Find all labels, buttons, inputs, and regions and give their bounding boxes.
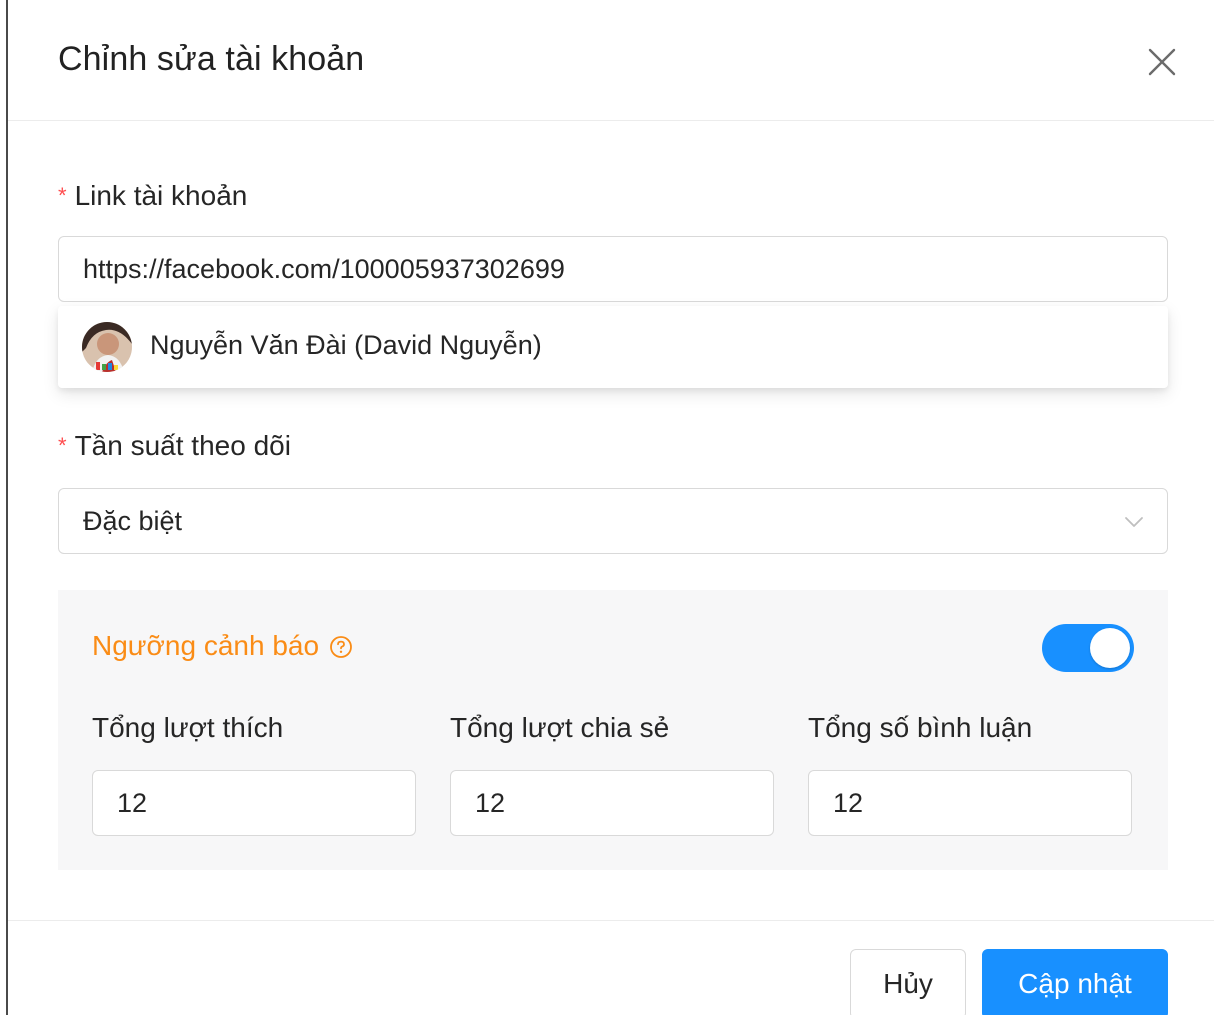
total-likes-value: 12 xyxy=(117,787,148,818)
close-button[interactable] xyxy=(1144,44,1180,80)
question-circle-icon[interactable] xyxy=(329,635,353,659)
frequency-label-text: Tần suất theo dõi xyxy=(74,430,291,461)
suggestion-item[interactable]: Nguyễn Văn Đài (David Nguyễn) xyxy=(58,306,1168,388)
suggestion-name: Nguyễn Văn Đài (David Nguyễn) xyxy=(150,330,542,360)
total-shares-label: Tổng lượt chia sẻ xyxy=(450,712,670,743)
update-button[interactable]: Cập nhật xyxy=(982,949,1168,1015)
total-likes-input[interactable]: 12 xyxy=(92,770,416,836)
frequency-label: * Tần suất theo dõi xyxy=(58,430,291,462)
account-link-label-text: Link tài khoản xyxy=(74,180,248,211)
account-link-input[interactable]: https://facebook.com/100005937302699 xyxy=(58,236,1168,302)
close-icon xyxy=(1148,48,1176,76)
account-suggestion-dropdown: Nguyễn Văn Đài (David Nguyễn) xyxy=(58,306,1168,388)
total-shares-input[interactable]: 12 xyxy=(450,770,774,836)
required-mark: * xyxy=(58,433,67,458)
modal-footer: Hủy Cập nhật xyxy=(8,920,1214,1015)
page: Chỉnh sửa tài khoản * Link tài khoản http… xyxy=(0,0,1214,1015)
threshold-title: Ngưỡng cảnh báo xyxy=(92,630,353,662)
modal-header: Chỉnh sửa tài khoản xyxy=(8,0,1214,121)
threshold-toggle[interactable] xyxy=(1042,624,1134,672)
frequency-selected-value: Đặc biệt xyxy=(83,506,183,536)
toggle-knob xyxy=(1090,628,1130,668)
modal-title: Chỉnh sửa tài khoản xyxy=(58,40,365,78)
required-mark: * xyxy=(58,183,67,208)
threshold-title-text: Ngưỡng cảnh báo xyxy=(92,630,320,661)
total-comments-value: 12 xyxy=(833,787,864,818)
total-likes-label: Tổng lượt thích xyxy=(92,712,284,743)
total-comments-label: Tổng số bình luận xyxy=(808,712,1033,743)
edit-account-modal: Chỉnh sửa tài khoản * Link tài khoản http… xyxy=(8,0,1214,1015)
frequency-select[interactable]: Đặc biệt xyxy=(58,488,1168,554)
cancel-button[interactable]: Hủy xyxy=(850,949,966,1015)
chevron-down-icon xyxy=(1125,517,1143,527)
account-link-label: * Link tài khoản xyxy=(58,180,247,212)
warning-threshold-panel: Ngưỡng cảnh báo Tổng lượt thích Tổng lượ… xyxy=(58,590,1168,870)
avatar xyxy=(82,322,132,372)
total-comments-input[interactable]: 12 xyxy=(808,770,1132,836)
account-link-value: https://facebook.com/100005937302699 xyxy=(83,253,565,284)
total-shares-value: 12 xyxy=(475,787,506,818)
